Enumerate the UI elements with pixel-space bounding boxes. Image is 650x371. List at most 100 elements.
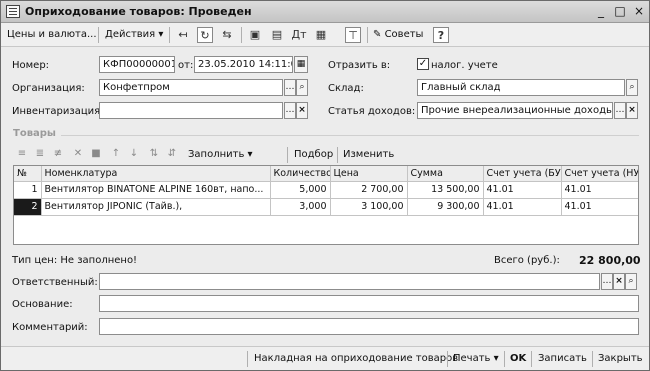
copy-row-icon[interactable]: ≣ (33, 147, 47, 161)
item-cell[interactable]: Вентилятор JIPONIC (Тайв.), (41, 198, 271, 216)
toolbar: Цены и валюта... Действия ▾ ↤ ↻ ⇆ ▣ ▤ Дт… (1, 23, 649, 47)
responsible-field[interactable] (99, 273, 600, 290)
organization-field[interactable]: Конфетпром (99, 79, 283, 96)
movements-icon[interactable]: Дт (291, 27, 307, 43)
quantity-cell[interactable]: 5,000 (270, 181, 331, 199)
move-down-icon[interactable]: ↓ (127, 147, 141, 161)
subordination-icon[interactable]: ▦ (313, 27, 329, 43)
search-icon[interactable]: ⌕ (625, 273, 637, 290)
sum-cell[interactable]: 13 500,00 (407, 181, 484, 199)
add-row-icon[interactable]: ≡ (15, 147, 29, 161)
bottom-toolbar: Накладная на оприходование товаров Печат… (1, 346, 649, 370)
edit-row-icon[interactable]: ≢ (51, 147, 65, 161)
maximize-button[interactable]: □ (612, 4, 628, 19)
tax-accounting-label: налог. учете (431, 60, 498, 71)
sort-ascending-icon[interactable]: ⇅ (147, 147, 161, 161)
delete-row-icon[interactable]: ✕ (71, 147, 85, 161)
column-header[interactable]: Счет учета (НУ) (561, 166, 638, 182)
document-window: Оприходование товаров: Проведен _ □ × Це… (0, 0, 650, 371)
select-dots-icon[interactable]: … (284, 102, 296, 119)
change-button[interactable]: Изменить (343, 149, 394, 160)
goods-table[interactable]: № Номенклатура Количество Цена Сумма Сче… (13, 165, 639, 245)
prices-menu[interactable]: Цены и валюта... (7, 29, 97, 40)
tax-accounting-checkbox[interactable]: ✓ (417, 58, 429, 70)
income-item-field[interactable]: Прочие внереализационные доходы (ра (417, 102, 613, 119)
price-type-link[interactable]: Тип цен: Не заполнено! (12, 255, 137, 266)
tips-button[interactable]: ✎ Советы (373, 29, 423, 40)
chevron-down-icon: ▾ (247, 149, 253, 160)
table-row[interactable]: 2 Вентилятор JIPONIC (Тайв.), 3,000 3 10… (14, 198, 638, 216)
minimize-button[interactable]: _ (593, 4, 609, 19)
item-cell[interactable]: Вентилятор BINATONE ALPINE 160вт, напо..… (41, 181, 271, 199)
warehouse-field[interactable]: Главный склад (417, 79, 625, 96)
post-and-close-icon[interactable]: ↤ (175, 27, 191, 43)
select-button[interactable]: Подбор (294, 149, 333, 160)
actions-menu[interactable]: Действия ▾ (105, 29, 163, 40)
column-header[interactable]: Сумма (407, 166, 484, 182)
close-button[interactable]: × (631, 4, 647, 19)
account-nu-cell[interactable]: 41.01 (561, 181, 638, 199)
chevron-down-icon: ▾ (493, 353, 499, 364)
account-nu-cell[interactable]: 41.01 (561, 198, 638, 216)
toolbar-separator (367, 27, 368, 43)
help-button[interactable]: ? (433, 27, 449, 43)
search-icon[interactable]: ⌕ (626, 79, 638, 96)
account-bu-cell[interactable]: 41.01 (483, 181, 562, 199)
organization-label: Организация: (12, 83, 85, 94)
post-document-icon[interactable]: ▣ (247, 27, 263, 43)
toolbar-separator (447, 351, 448, 367)
calendar-icon[interactable]: ▦ (294, 56, 308, 73)
column-header[interactable]: Номенклатура (41, 166, 271, 182)
column-header[interactable]: Количество (270, 166, 331, 182)
row-number: 1 (14, 181, 42, 199)
select-dots-icon[interactable]: … (284, 79, 296, 96)
toolbar-separator (287, 147, 288, 163)
document-icon (6, 5, 20, 18)
close-form-button[interactable]: Закрыть (598, 353, 643, 364)
price-cell[interactable]: 3 100,00 (330, 198, 408, 216)
table-row[interactable]: 1 Вентилятор BINATONE ALPINE 160вт, напо… (14, 181, 638, 199)
toolbar-separator (337, 147, 338, 163)
income-item-label: Статья доходов: (328, 106, 416, 117)
price-cell[interactable]: 2 700,00 (330, 181, 408, 199)
unpost-document-icon[interactable]: ▤ (269, 27, 285, 43)
clear-icon[interactable]: × (613, 273, 625, 290)
number-field[interactable]: КФП00000001 (99, 56, 175, 73)
title-bar[interactable]: Оприходование товаров: Проведен _ □ × (1, 1, 649, 23)
warehouse-label: Склад: (328, 83, 364, 94)
quantity-cell[interactable]: 3,000 (270, 198, 331, 216)
clear-icon[interactable]: × (296, 102, 308, 119)
refresh-icon[interactable]: ↻ (197, 27, 213, 43)
end-edit-icon[interactable]: ■ (89, 147, 103, 161)
go-to-icon[interactable]: ⇆ (219, 27, 235, 43)
total-value: 22 800,00 (579, 254, 641, 267)
inventory-field[interactable] (99, 102, 283, 119)
reflect-label: Отразить в: (328, 60, 391, 71)
column-header[interactable]: № (14, 166, 42, 182)
clear-icon[interactable]: × (626, 102, 638, 119)
row-number: 2 (14, 198, 42, 216)
print-menu[interactable]: Печать ▾ (453, 353, 499, 364)
number-label: Номер: (12, 60, 50, 71)
basis-field[interactable] (99, 295, 639, 312)
column-header[interactable]: Счет учета (БУ) (483, 166, 562, 182)
toolbar-separator (504, 351, 505, 367)
account-bu-cell[interactable]: 41.01 (483, 198, 562, 216)
comment-field[interactable] (99, 318, 639, 335)
sum-cell[interactable]: 9 300,00 (407, 198, 484, 216)
date-field[interactable]: 23.05.2010 14:11:00 (194, 56, 293, 73)
move-up-icon[interactable]: ↑ (109, 147, 123, 161)
column-header[interactable]: Цена (330, 166, 408, 182)
select-dots-icon[interactable]: … (601, 273, 613, 290)
select-dots-icon[interactable]: … (614, 102, 626, 119)
sort-descending-icon[interactable]: ⇵ (165, 147, 179, 161)
save-button[interactable]: Записать (538, 353, 587, 364)
ok-button[interactable]: OK (510, 353, 526, 364)
inventory-label: Инвентаризация: (12, 106, 104, 117)
invoice-print-button[interactable]: Накладная на оприходование товаров (254, 353, 458, 364)
chevron-down-icon: ▾ (158, 29, 164, 40)
fill-menu[interactable]: Заполнить ▾ (188, 149, 253, 160)
structure-icon[interactable]: ⊤ (345, 27, 361, 43)
search-icon[interactable]: ⌕ (296, 79, 308, 96)
section-divider (61, 135, 639, 136)
